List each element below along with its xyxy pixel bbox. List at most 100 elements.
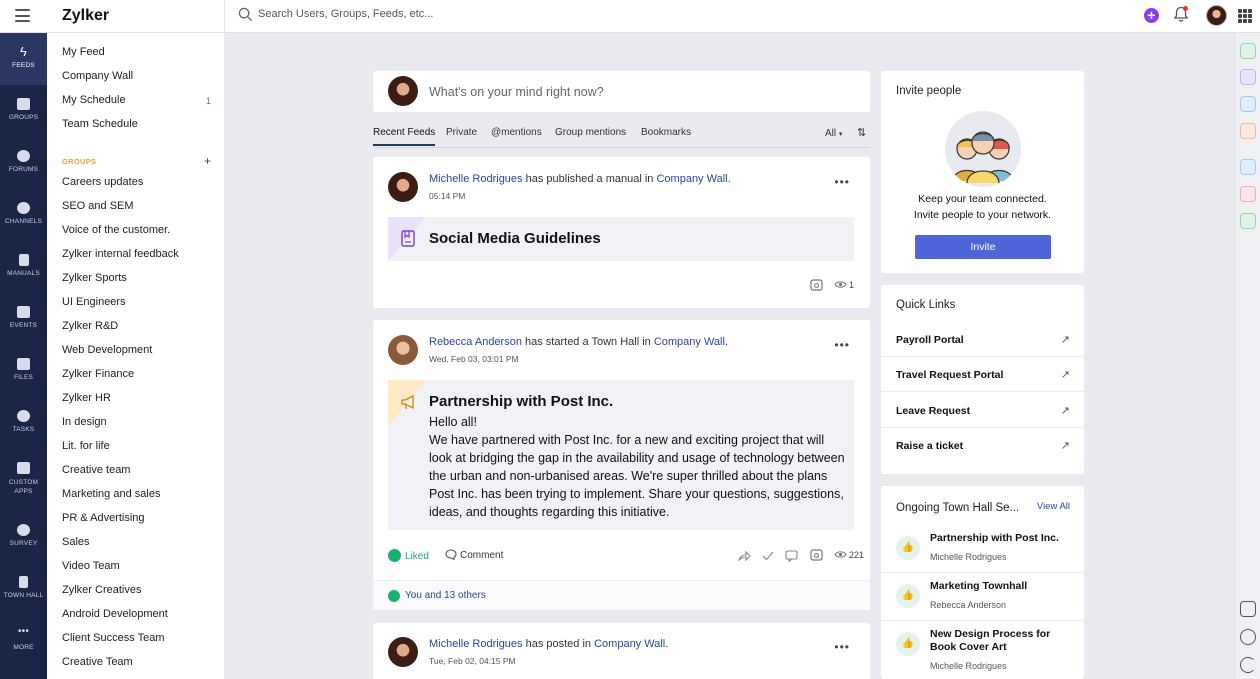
people-icon[interactable]: [1240, 69, 1256, 85]
check-icon[interactable]: [762, 551, 774, 561]
broadcast-icon[interactable]: [1240, 213, 1256, 229]
townhall-panel-title: Ongoing Town Hall Se...: [896, 502, 1020, 514]
rail-town-hall[interactable]: TOWN HALL: [0, 576, 47, 599]
group-item[interactable]: Careers updates: [62, 176, 143, 188]
tab-mentions[interactable]: @mentions: [491, 127, 542, 138]
group-item[interactable]: Zylker HR: [62, 392, 111, 404]
target-link[interactable]: Company Wall: [594, 638, 665, 650]
sidebar-item-company-wall[interactable]: Company Wall: [62, 70, 133, 82]
rail-events[interactable]: EVENTS: [0, 306, 47, 329]
gear-icon[interactable]: [1240, 159, 1256, 175]
add-group-icon[interactable]: +: [204, 154, 211, 168]
avatar[interactable]: [388, 637, 418, 667]
townhall-card[interactable]: Partnership with Post Inc. Hello all! We…: [388, 380, 854, 530]
post-action-text: has posted in: [522, 638, 595, 650]
rail-channels[interactable]: CHANNELS: [0, 202, 47, 225]
group-item[interactable]: SEO and SEM: [62, 200, 134, 212]
avatar[interactable]: [1206, 5, 1227, 26]
quick-link[interactable]: Payroll Portal ↗: [881, 322, 1084, 357]
rail-files[interactable]: FILES: [0, 358, 47, 381]
sidebar-item-my-feed[interactable]: My Feed: [62, 46, 105, 58]
target-link[interactable]: Company Wall: [654, 336, 725, 348]
group-item[interactable]: Zylker Creatives: [62, 584, 141, 596]
group-item[interactable]: Creative Team: [62, 656, 133, 668]
reaction-icon[interactable]: [1240, 601, 1256, 617]
sidebar-item-my-schedule[interactable]: My Schedule: [62, 94, 126, 106]
more-options-icon[interactable]: •••: [834, 640, 850, 654]
rail-more[interactable]: ••• MORE: [0, 627, 47, 652]
menu-icon[interactable]: [15, 9, 30, 22]
rail-survey[interactable]: SURVEY: [0, 524, 47, 547]
greeting-text: Hello all!: [429, 415, 477, 429]
rail-feeds[interactable]: ϟ FEEDS: [0, 33, 47, 85]
group-item[interactable]: Web Development: [62, 344, 152, 356]
townhall-item[interactable]: 👍 Marketing Townhall Rebecca Anderson: [881, 573, 1084, 621]
search-input[interactable]: [258, 8, 558, 20]
like-button[interactable]: Liked: [388, 549, 429, 562]
tab-group-mentions[interactable]: Group mentions: [555, 127, 626, 138]
dark-mode-icon[interactable]: [1240, 657, 1256, 673]
rail-groups[interactable]: GROUPS: [0, 98, 47, 121]
tab-recent-feeds[interactable]: Recent Feeds: [373, 127, 436, 146]
group-item[interactable]: Zylker Sports: [62, 272, 127, 284]
flag-icon[interactable]: [1240, 123, 1256, 139]
townhall-item[interactable]: 👍 New Design Process for Book Cover Art Mi…: [881, 621, 1084, 679]
group-item[interactable]: Sales: [62, 536, 90, 548]
rail-custom-apps[interactable]: CUSTOM APPS: [0, 462, 47, 496]
invite-button[interactable]: Invite: [915, 235, 1051, 259]
more-options-icon[interactable]: •••: [834, 338, 850, 352]
activity-icon[interactable]: [1240, 96, 1256, 112]
sort-icon[interactable]: ⇅: [857, 126, 866, 139]
townhall-item[interactable]: 👍 Partnership with Post Inc. Michelle Rodr…: [881, 525, 1084, 573]
filter-select[interactable]: All ▾: [825, 128, 842, 139]
target-link[interactable]: Company Wall: [656, 173, 727, 185]
feed-post: Michelle Rodrigues has posted in Company…: [373, 623, 870, 679]
likes-summary[interactable]: You and 13 others: [373, 580, 870, 610]
quick-link[interactable]: Raise a ticket ↗: [881, 428, 1084, 463]
group-item[interactable]: Video Team: [62, 560, 120, 572]
post-heading-end: .: [724, 336, 729, 348]
quick-link[interactable]: Travel Request Portal ↗: [881, 357, 1084, 392]
tab-bookmarks[interactable]: Bookmarks: [641, 127, 691, 138]
avatar[interactable]: [388, 172, 418, 202]
view-all-link[interactable]: View All: [1037, 501, 1070, 512]
reaction-icon[interactable]: [810, 549, 823, 561]
app-logo[interactable]: Zylker: [62, 7, 109, 25]
group-item[interactable]: Creative team: [62, 464, 130, 476]
invite-line-1: Keep your team connected.: [918, 193, 1047, 205]
avatar[interactable]: [388, 335, 418, 365]
group-item[interactable]: Voice of the customer.: [62, 224, 170, 236]
group-item[interactable]: Lit. for life: [62, 440, 110, 452]
group-item[interactable]: Zylker internal feedback: [62, 248, 179, 260]
author-link[interactable]: Rebecca Anderson: [429, 336, 522, 348]
group-item[interactable]: Marketing and sales: [62, 488, 160, 500]
sidebar-item-team-schedule[interactable]: Team Schedule: [62, 118, 138, 130]
group-item[interactable]: Zylker R&D: [62, 320, 118, 332]
group-item[interactable]: Client Success Team: [62, 632, 165, 644]
composer[interactable]: What's on your mind right now?: [373, 71, 870, 112]
tab-private[interactable]: Private: [446, 127, 477, 138]
settings-icon[interactable]: [1240, 43, 1256, 59]
quick-link[interactable]: Leave Request ↗: [881, 393, 1084, 428]
video-icon[interactable]: [1240, 186, 1256, 202]
group-item[interactable]: Android Development: [62, 608, 168, 620]
add-plus-icon[interactable]: +: [1144, 8, 1159, 23]
rail-forums[interactable]: FORUMS: [0, 150, 47, 173]
share-icon[interactable]: [738, 551, 751, 561]
group-item[interactable]: PR & Advertising: [62, 512, 145, 524]
manual-card[interactable]: Social Media Guidelines: [388, 217, 854, 261]
comment-button[interactable]: Comment: [445, 549, 503, 561]
more-options-icon[interactable]: •••: [834, 175, 850, 189]
group-item[interactable]: In design: [62, 416, 107, 428]
reaction-icon[interactable]: [810, 279, 823, 291]
help-icon[interactable]: [1240, 629, 1256, 645]
author-link[interactable]: Michelle Rodrigues: [429, 173, 523, 185]
apps-grid-icon[interactable]: [1238, 9, 1252, 23]
rail-tasks[interactable]: TASKS: [0, 410, 47, 433]
author-link[interactable]: Michelle Rodrigues: [429, 638, 523, 650]
group-item[interactable]: UI Engineers: [62, 296, 126, 308]
chat-icon[interactable]: [785, 550, 798, 562]
composer-placeholder[interactable]: What's on your mind right now?: [429, 85, 604, 99]
group-item[interactable]: Zylker Finance: [62, 368, 134, 380]
rail-manuals[interactable]: MANUALS: [0, 254, 47, 277]
